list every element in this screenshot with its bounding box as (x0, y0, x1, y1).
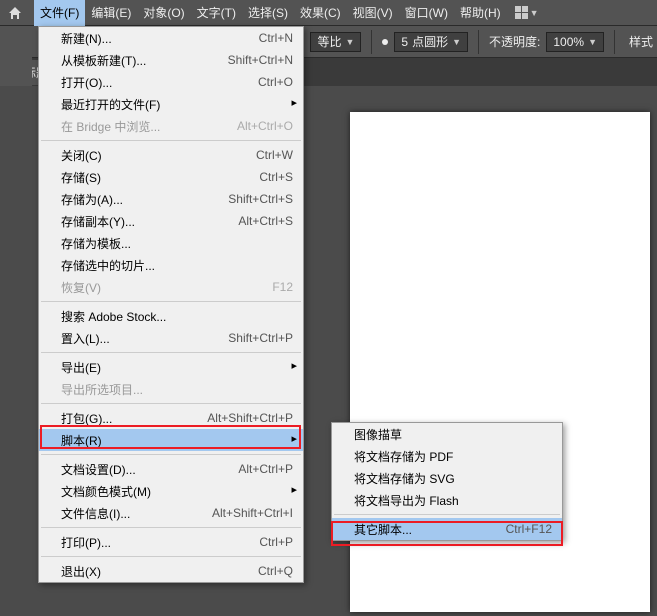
left-panel-strip (0, 26, 32, 86)
script-submenu-item[interactable]: 其它脚本... Ctrl+F12 (332, 518, 562, 540)
menu-item-shortcut: Ctrl+P (259, 535, 293, 549)
file-menu-item: 在 Bridge 中浏览... Alt+Ctrl+O (39, 115, 303, 137)
menu-item-shortcut: Shift+Ctrl+S (228, 192, 293, 206)
menu-item-shortcut: Alt+Ctrl+S (238, 214, 293, 228)
menu-item-label: 将文档存储为 PDF (354, 448, 552, 465)
menu-item-label: 将文档存储为 SVG (354, 470, 552, 487)
menu-item-label: 存储(S) (61, 169, 235, 186)
menu-item-shortcut: Ctrl+O (258, 75, 293, 89)
file-menu-item[interactable]: 打印(P)... Ctrl+P (39, 531, 303, 553)
file-menu-item: 导出所选项目... (39, 378, 303, 400)
file-menu-item[interactable]: 存储为(A)... Shift+Ctrl+S (39, 188, 303, 210)
menu-item-label: 在 Bridge 中浏览... (61, 118, 213, 135)
menu-item-label: 搜索 Adobe Stock... (61, 308, 293, 325)
file-menu-item[interactable]: 存储(S) Ctrl+S (39, 166, 303, 188)
script-submenu: 图像描草将文档存储为 PDF 将文档存储为 SVG 将文档导出为 Flash 其它脚本… (331, 422, 563, 541)
script-submenu-item[interactable]: 将文档存储为 SVG (332, 467, 562, 489)
file-menu-item[interactable]: 脚本(R) (39, 429, 303, 451)
menu-item-label: 图像描草 (354, 426, 552, 443)
menu-item-shortcut: Alt+Shift+Ctrl+P (207, 411, 293, 425)
file-menu-item[interactable]: 打包(G)... Alt+Shift+Ctrl+P (39, 407, 303, 429)
file-menu-item[interactable]: 打开(O)... Ctrl+O (39, 71, 303, 93)
menu-窗口(W)[interactable]: 窗口(W) (399, 0, 454, 26)
menu-item-shortcut: Ctrl+S (259, 170, 293, 184)
menu-item-label: 从模板新建(T)... (61, 52, 204, 69)
menu-item-label: 存储为(A)... (61, 191, 204, 208)
menu-编辑(E)[interactable]: 编辑(E) (85, 0, 137, 26)
file-menu-item[interactable]: 导出(E) (39, 356, 303, 378)
file-menu: 新建(N)... Ctrl+N 从模板新建(T)... Shift+Ctrl+N 打开(… (38, 26, 304, 583)
menu-item-shortcut: Ctrl+F12 (506, 522, 552, 536)
script-submenu-item[interactable]: 将文档导出为 Flash (332, 489, 562, 511)
menu-item-shortcut: Shift+Ctrl+P (228, 331, 293, 345)
menu-item-label: 关闭(C) (61, 147, 232, 164)
file-menu-item[interactable]: 存储为模板... (39, 232, 303, 254)
file-menu-item[interactable]: 关闭(C) Ctrl+W (39, 144, 303, 166)
menu-item-label: 将文档导出为 Flash (354, 492, 552, 509)
menu-选择(S)[interactable]: 选择(S) (242, 0, 294, 26)
file-menu-item[interactable]: 搜索 Adobe Stock... (39, 305, 303, 327)
file-menu-item: 恢复(V) F12 (39, 276, 303, 298)
menu-item-label: 存储为模板... (61, 235, 293, 252)
menu-item-label: 新建(N)... (61, 30, 235, 47)
file-menu-item[interactable]: 置入(L)... Shift+Ctrl+P (39, 327, 303, 349)
menu-帮助(H)[interactable]: 帮助(H) (454, 0, 507, 26)
menu-item-shortcut: Alt+Ctrl+P (238, 462, 293, 476)
menu-效果(C)[interactable]: 效果(C) (294, 0, 347, 26)
menu-item-label: 打包(G)... (61, 410, 183, 427)
menu-item-label: 脚本(R) (61, 432, 293, 449)
menu-视图(V)[interactable]: 视图(V) (347, 0, 399, 26)
menu-item-label: 文件信息(I)... (61, 505, 188, 522)
file-menu-item[interactable]: 从模板新建(T)... Shift+Ctrl+N (39, 49, 303, 71)
menu-item-shortcut: F12 (272, 280, 293, 294)
file-menu-item[interactable]: 文档设置(D)... Alt+Ctrl+P (39, 458, 303, 480)
opacity-label: 不透明度: (489, 33, 540, 50)
menu-item-shortcut: Shift+Ctrl+N (228, 53, 293, 67)
file-menu-item[interactable]: 存储选中的切片... (39, 254, 303, 276)
file-menu-item[interactable]: 文档颜色模式(M) (39, 480, 303, 502)
home-icon[interactable] (4, 2, 26, 24)
menu-item-label: 文档颜色模式(M) (61, 483, 293, 500)
file-menu-item[interactable]: 最近打开的文件(F) (39, 93, 303, 115)
menu-item-label: 退出(X) (61, 563, 234, 580)
stroke-width-field[interactable]: 5 点圆形 ▼ (394, 32, 468, 52)
styles-label: 样式 (625, 33, 657, 50)
menu-item-label: 最近打开的文件(F) (61, 96, 293, 113)
menu-item-shortcut: Ctrl+Q (258, 564, 293, 578)
file-menu-item[interactable]: 退出(X) Ctrl+Q (39, 560, 303, 582)
arrange-documents-icon[interactable]: ▼ (515, 6, 539, 19)
menu-item-shortcut: Ctrl+N (259, 31, 293, 45)
menu-item-shortcut: Alt+Ctrl+O (237, 119, 293, 133)
menu-对象(O)[interactable]: 对象(O) (137, 0, 190, 26)
script-submenu-item[interactable]: 将文档存储为 PDF (332, 445, 562, 467)
menu-item-label: 打印(P)... (61, 534, 235, 551)
file-menu-item[interactable]: 存储副本(Y)... Alt+Ctrl+S (39, 210, 303, 232)
menu-item-label: 存储副本(Y)... (61, 213, 214, 230)
bullet-icon (382, 39, 388, 45)
script-submenu-item[interactable]: 图像描草 (332, 423, 562, 445)
menu-文字(T)[interactable]: 文字(T) (191, 0, 242, 26)
menu-item-label: 导出所选项目... (61, 381, 293, 398)
file-menu-item[interactable]: 新建(N)... Ctrl+N (39, 27, 303, 49)
menu-item-label: 置入(L)... (61, 330, 204, 347)
menu-文件(F)[interactable]: 文件(F) (34, 0, 85, 26)
menu-item-label: 其它脚本... (354, 521, 482, 538)
menu-item-label: 导出(E) (61, 359, 293, 376)
menu-item-label: 存储选中的切片... (61, 257, 293, 274)
proportional-dropdown[interactable]: 等比▼ (310, 32, 361, 52)
menu-item-label: 打开(O)... (61, 74, 234, 91)
file-menu-item[interactable]: 文件信息(I)... Alt+Shift+Ctrl+I (39, 502, 303, 524)
menu-item-label: 文档设置(D)... (61, 461, 214, 478)
menubar: 文件(F)编辑(E)对象(O)文字(T)选择(S)效果(C)视图(V)窗口(W)… (0, 0, 657, 26)
opacity-field[interactable]: 100%▼ (546, 32, 604, 52)
menu-item-shortcut: Alt+Shift+Ctrl+I (212, 506, 293, 520)
menu-item-label: 恢复(V) (61, 279, 248, 296)
menu-item-shortcut: Ctrl+W (256, 148, 293, 162)
